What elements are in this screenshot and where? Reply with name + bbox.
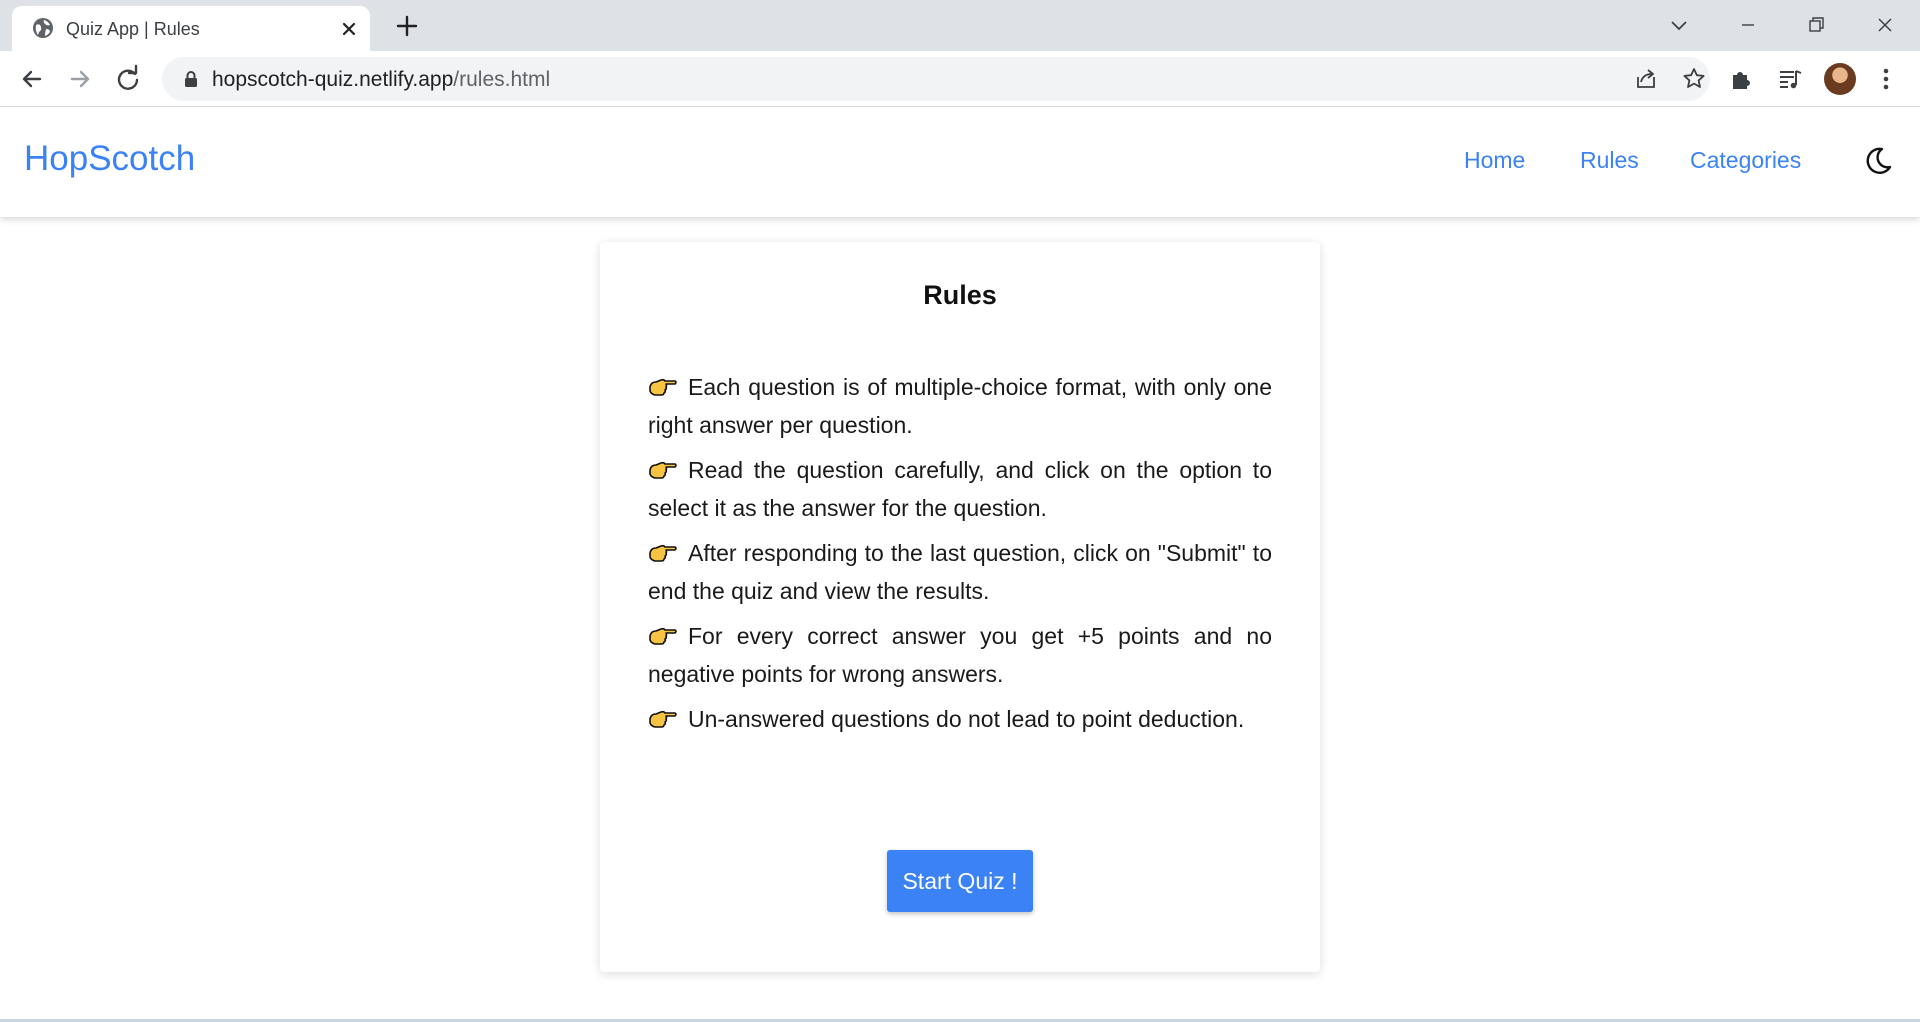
extensions-puzzle-icon[interactable] (1726, 63, 1758, 95)
pointing-hand-icon (649, 378, 677, 396)
url-path: /rules.html (453, 68, 551, 91)
rule-item: For every correct answer you get +5 poin… (648, 617, 1272, 693)
rules-title: Rules (923, 280, 997, 310)
close-window-icon[interactable] (1870, 10, 1900, 40)
rule-text: Each question is of multiple-choice form… (648, 374, 1272, 438)
tab-title: Quiz App | Rules (66, 19, 200, 39)
rule-item: After responding to the last question, c… (648, 534, 1272, 610)
rule-text: Read the question carefully, and click o… (648, 457, 1272, 521)
restore-icon[interactable] (1801, 10, 1831, 40)
media-queue-icon[interactable] (1774, 63, 1806, 95)
rule-item: Read the question carefully, and click o… (648, 451, 1272, 527)
tab-search-chevron-icon[interactable] (1664, 10, 1694, 40)
share-icon[interactable] (1632, 65, 1660, 93)
rule-item: Each question is of multiple-choice form… (648, 368, 1272, 444)
nav-home-link[interactable]: Home (1464, 147, 1525, 174)
url-text[interactable]: hopscotch-quiz.netlify.app/rules.html (212, 68, 550, 92)
new-tab-icon[interactable] (393, 12, 421, 40)
pointing-hand-icon (649, 710, 677, 728)
browser-tab-active[interactable]: Quiz App | Rules (12, 6, 370, 51)
nav-categories-link[interactable]: Categories (1690, 147, 1801, 174)
browser-toolbar: hopscotch-quiz.netlify.app/rules.html (0, 51, 1920, 107)
bookmark-star-icon[interactable] (1680, 65, 1708, 93)
back-arrow-icon[interactable] (16, 63, 48, 95)
more-menu-icon[interactable] (1870, 63, 1902, 95)
rules-card: Rules Each question is of multiple-choic… (600, 242, 1320, 972)
pointing-hand-icon (649, 461, 677, 479)
reload-icon[interactable] (112, 63, 144, 95)
rule-text: For every correct answer you get +5 poin… (648, 623, 1272, 687)
close-tab-icon[interactable] (338, 18, 360, 40)
address-bar[interactable]: hopscotch-quiz.netlify.app/rules.html (162, 57, 1710, 101)
rule-text: Un-answered questions do not lead to poi… (688, 706, 1245, 732)
rule-text: After responding to the last question, c… (648, 540, 1272, 604)
start-quiz-button[interactable]: Start Quiz ! (887, 850, 1033, 912)
minimize-icon[interactable] (1733, 10, 1763, 40)
url-host: hopscotch-quiz.netlify.app (212, 68, 454, 91)
lock-icon[interactable] (180, 68, 202, 90)
moon-icon[interactable] (1862, 145, 1894, 177)
nav-rules-link[interactable]: Rules (1580, 147, 1639, 174)
rule-item: Un-answered questions do not lead to poi… (648, 700, 1272, 738)
pointing-hand-icon (649, 544, 677, 562)
browser-tabstrip: Quiz App | Rules (0, 0, 1920, 51)
site-navbar: HopScotch Home Rules Categories (0, 107, 1920, 217)
profile-avatar[interactable] (1824, 63, 1856, 95)
rules-list: Each question is of multiple-choice form… (648, 368, 1272, 745)
globe-icon (33, 18, 53, 38)
pointing-hand-icon (649, 627, 677, 645)
brand-logo[interactable]: HopScotch (24, 139, 195, 179)
forward-arrow-icon[interactable] (64, 63, 96, 95)
